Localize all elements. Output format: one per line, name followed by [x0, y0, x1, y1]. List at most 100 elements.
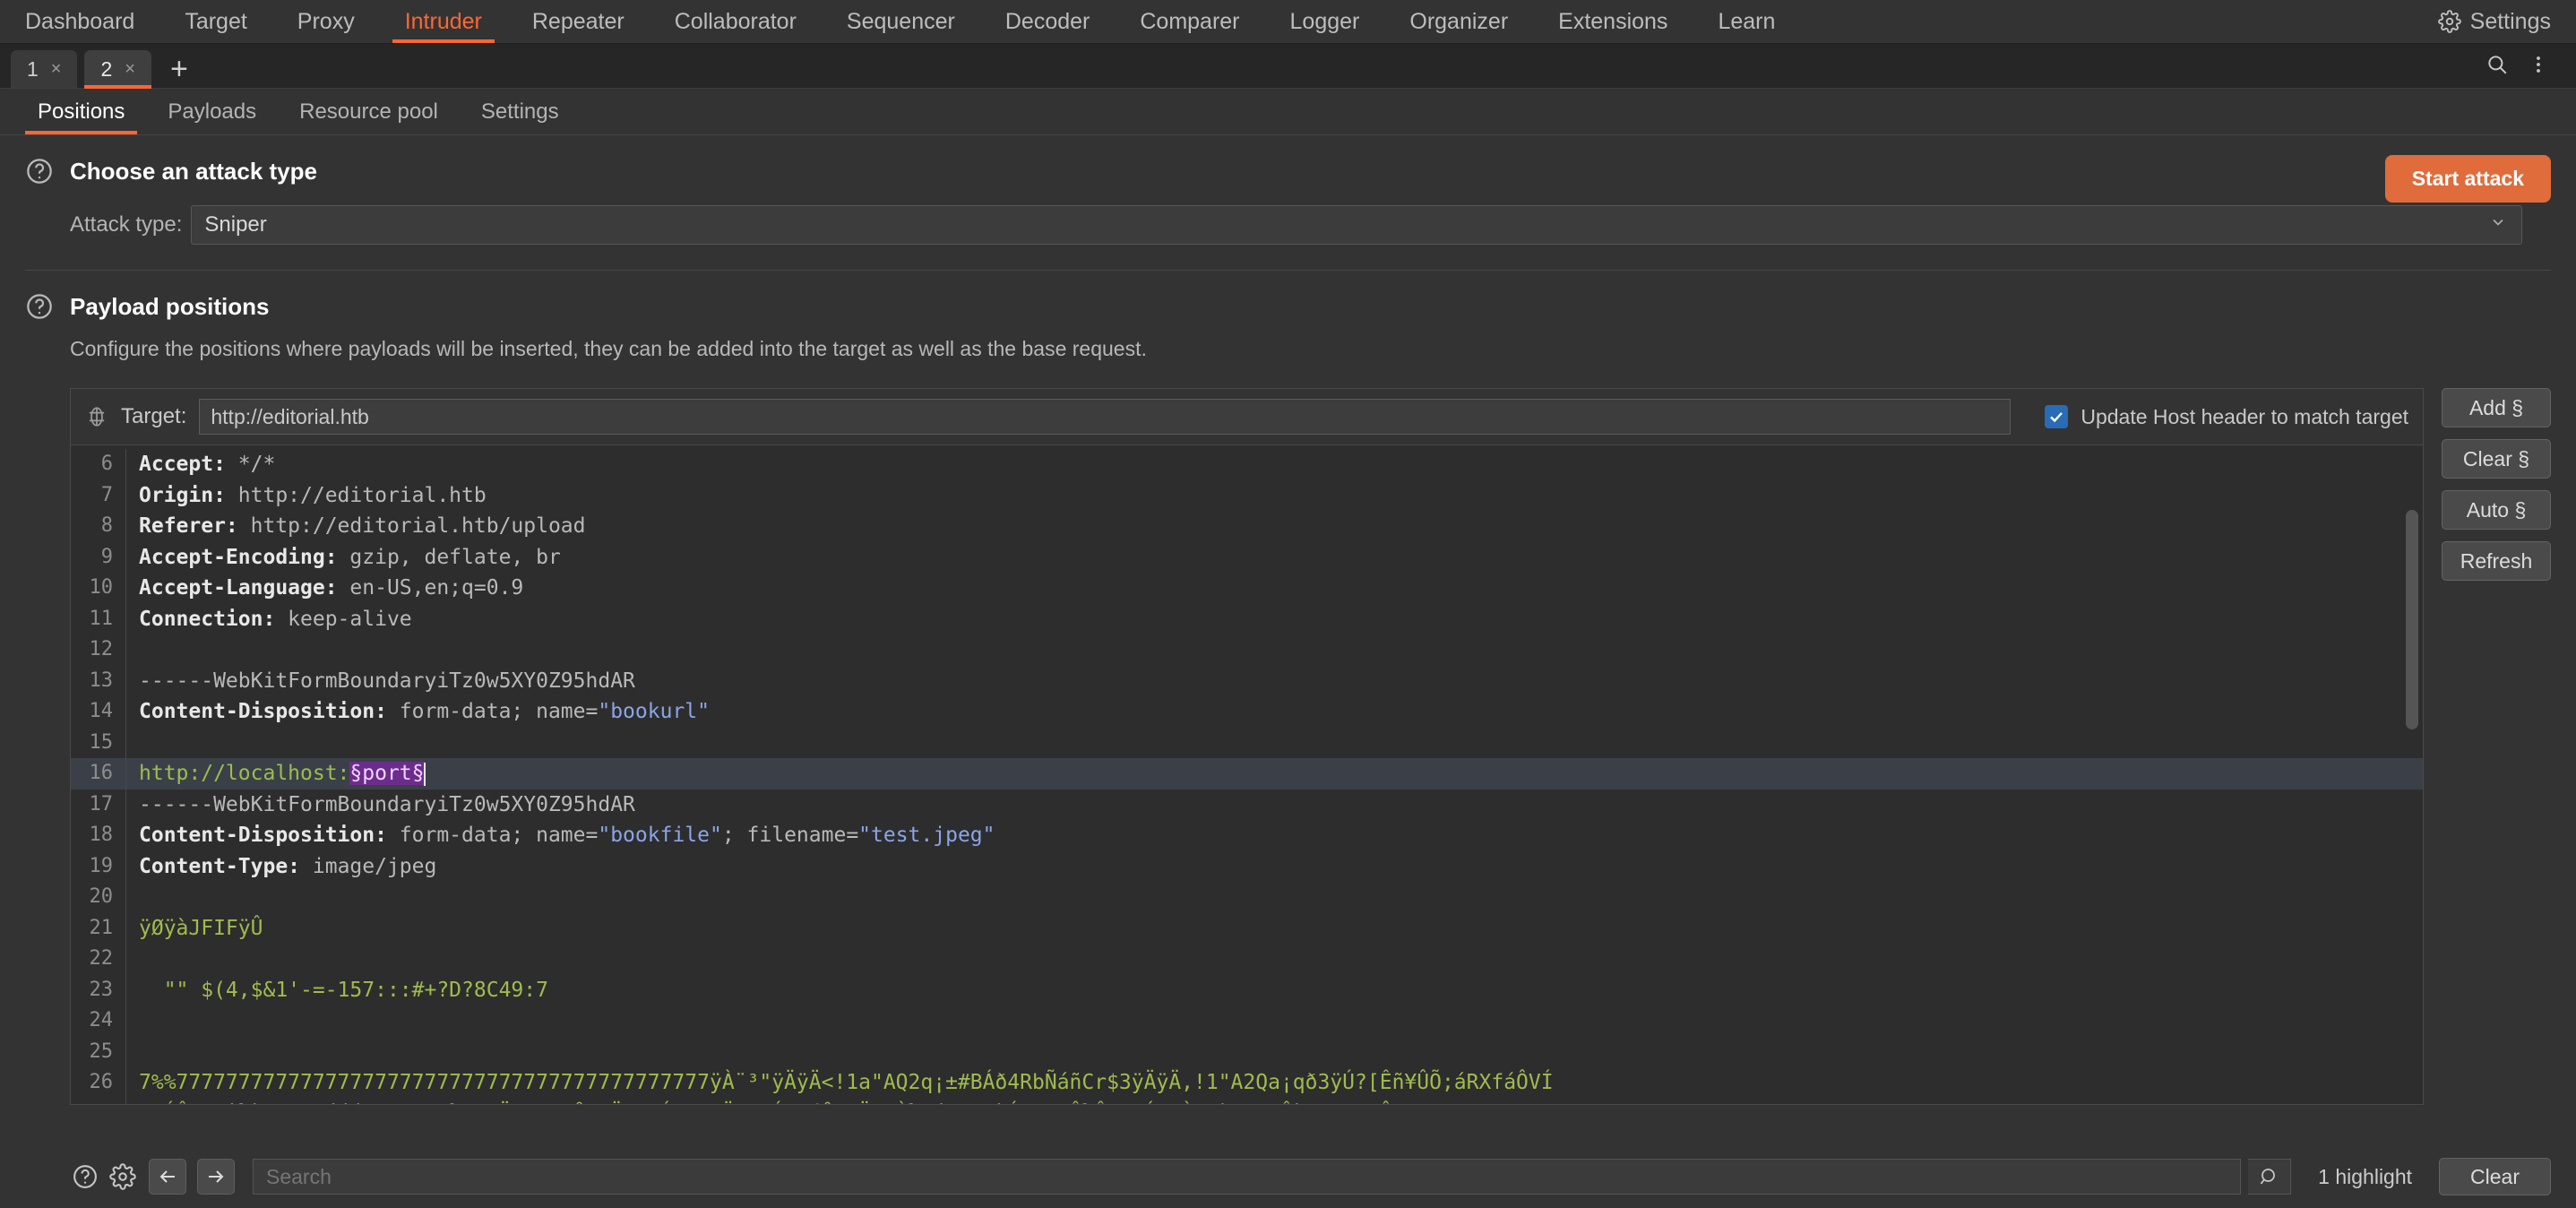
update-host-header-label: Update Host header to match target [2081, 404, 2408, 428]
forward-arrow-icon[interactable] [197, 1159, 235, 1195]
request-line[interactable]: 8 Referer: http://editorial.htb/upload [71, 511, 2423, 542]
target-label: Target: [121, 404, 187, 428]
request-editor-area: Target: Update Host header to match targ… [70, 388, 2576, 1105]
attack-tab-2[interactable]: 2 × [84, 50, 152, 89]
target-row: Target: Update Host header to match targ… [71, 389, 2423, 444]
nav-tab-decoder[interactable]: Decoder [980, 0, 1116, 43]
attack-tab-1[interactable]: 1 × [11, 50, 78, 88]
back-arrow-icon[interactable] [149, 1159, 186, 1195]
nav-tab-proxy[interactable]: Proxy [272, 0, 380, 43]
request-line[interactable]: 7 Origin: http://editorial.htb [71, 479, 2423, 511]
request-line[interactable]: 6 Accept: */* [71, 449, 2423, 480]
nav-tab-dashboard[interactable]: Dashboard [0, 0, 159, 43]
settings-button[interactable]: Settings [2413, 0, 2576, 43]
add-attack-tab-button[interactable]: + [159, 50, 200, 88]
request-line[interactable]: 10 Accept-Language: en-US,en;q=0.9 [71, 573, 2423, 604]
intruder-positions-panel: Choose an attack type Start attack Attac… [0, 135, 2576, 1208]
nav-tab-organizer[interactable]: Organizer [1384, 0, 1533, 43]
request-line[interactable]: 13 ------WebKitFormBoundaryiTz0w5XY0Z95hd… [71, 665, 2423, 696]
highlight-count-label: 1 highlight [2318, 1164, 2413, 1188]
target-input[interactable] [199, 399, 2012, 435]
tabstrip-actions [2479, 47, 2576, 88]
http-request-code-editor[interactable]: 6 Accept: */* 7 Origin: http://editorial.ht… [71, 444, 2423, 1104]
code-segment: Accept: [139, 453, 238, 476]
request-line[interactable]: 19 Content-Type: image/jpeg [71, 850, 2423, 883]
start-attack-button[interactable]: Start attack [2384, 155, 2551, 203]
payload-positions-section-header: Payload positions [0, 271, 2576, 321]
request-line-text: http://localhost:§port§ [126, 758, 2423, 790]
subtab-positions[interactable]: Positions [16, 89, 146, 134]
request-line[interactable]: 11 Connection: keep-alive [71, 603, 2423, 634]
request-line[interactable]: 21 ÿØÿàJFIFÿÛ [71, 912, 2423, 944]
request-line-text: Content-Type: image/jpeg [126, 851, 2423, 883]
request-line[interactable]: 27 TºÁÊ¶W¯ê½òz[A)0´áú%d£¬*£²½ð©8ÖvDsα å©^… [71, 1098, 2423, 1105]
request-line[interactable]: 18 Content-Disposition: form-data; name="… [71, 820, 2423, 851]
subtab-resource-pool[interactable]: Resource pool [278, 89, 460, 134]
button-add[interactable]: Add § [2442, 388, 2551, 427]
help-icon[interactable] [70, 1161, 100, 1192]
nav-tab-repeater[interactable]: Repeater [507, 0, 650, 43]
help-icon[interactable] [25, 292, 54, 321]
search-icon[interactable] [2479, 47, 2515, 82]
request-line[interactable]: 20 [71, 882, 2423, 913]
update-host-header-checkbox-row[interactable]: Update Host header to match target [2023, 405, 2408, 429]
overflow-menu-icon[interactable] [2520, 47, 2556, 82]
code-segment: en-US,en;q=0.9 [349, 576, 524, 600]
request-line[interactable]: 24 [71, 1005, 2423, 1037]
request-line[interactable]: 12 [71, 634, 2423, 666]
code-segment: */* [237, 453, 276, 476]
line-number: 21 [71, 912, 126, 944]
button-auto[interactable]: Auto § [2442, 490, 2551, 530]
line-number: 10 [71, 573, 126, 604]
request-line[interactable]: 17 ------WebKitFormBoundaryiTz0w5XY0Z95hd… [71, 789, 2423, 820]
line-number: 25 [71, 1036, 126, 1067]
line-number: 7 [71, 479, 126, 511]
editor-bottom-toolbar: 1 highlight Clear [70, 1156, 2551, 1197]
code-segment: TºÁÊ¶W¯ê½òz[A)0´áú%d£¬*£²½ð©8ÖvDsα å©^ÖS… [139, 1102, 1442, 1105]
nav-tab-sequencer[interactable]: Sequencer [822, 0, 980, 43]
chevron-down-icon [2489, 213, 2507, 237]
nav-tab-intruder[interactable]: Intruder [380, 0, 507, 43]
attack-type-select[interactable]: Sniper [191, 205, 2522, 245]
editor-vertical-scrollbar[interactable] [2406, 510, 2418, 729]
button-refresh[interactable]: Refresh [2442, 541, 2551, 581]
code-segment: 7%%7777777777777777777777777777777777777… [139, 1071, 1554, 1094]
line-number: 19 [71, 850, 126, 882]
help-icon[interactable] [25, 157, 54, 186]
line-number: 20 [71, 882, 126, 913]
code-segment: Referer: [139, 514, 251, 538]
nav-tab-comparer[interactable]: Comparer [1115, 0, 1264, 43]
request-line[interactable]: 22 [71, 944, 2423, 975]
close-icon[interactable]: × [51, 59, 62, 80]
request-line[interactable]: 15 [71, 727, 2423, 758]
request-line-text: Accept: */* [126, 449, 2423, 480]
nav-tab-extensions[interactable]: Extensions [1533, 0, 1693, 43]
nav-tab-learn[interactable]: Learn [1693, 0, 1800, 43]
request-line[interactable]: 23 "" $(4,$&1'-=-157:::#+?D?8C49:7 [71, 974, 2423, 1005]
request-line[interactable]: 16 http://localhost:§port§ [71, 758, 2423, 790]
update-host-header-checkbox[interactable] [2045, 405, 2069, 428]
gear-icon[interactable] [108, 1161, 138, 1192]
line-number: 11 [71, 603, 126, 634]
search-submit-icon[interactable] [2248, 1159, 2292, 1195]
payload-marker-button-column: Add § Clear § Auto § Refresh [2442, 388, 2576, 1105]
code-segment: Origin: [139, 483, 238, 507]
subtab-payloads[interactable]: Payloads [146, 89, 278, 134]
request-line[interactable]: 25 [71, 1036, 2423, 1067]
request-line[interactable]: 9 Accept-Encoding: gzip, deflate, br [71, 541, 2423, 573]
close-icon[interactable]: × [125, 59, 135, 80]
request-line[interactable]: 14 Content-Disposition: form-data; name="… [71, 696, 2423, 728]
search-input[interactable] [253, 1159, 2242, 1195]
code-segment: "bookurl" [598, 700, 710, 723]
nav-tab-logger[interactable]: Logger [1265, 0, 1385, 43]
code-segment: Accept-Encoding: [139, 545, 350, 569]
clear-search-button[interactable]: Clear [2439, 1158, 2551, 1195]
attack-type-row: Attack type: Sniper [0, 186, 2576, 245]
nav-tab-target[interactable]: Target [159, 0, 271, 43]
line-number: 26 [71, 1067, 126, 1099]
nav-tab-collaborator[interactable]: Collaborator [650, 0, 822, 43]
button-clear[interactable]: Clear § [2442, 439, 2551, 479]
subtab-settings[interactable]: Settings [460, 89, 581, 134]
request-line[interactable]: 26 7%%77777777777777777777777777777777777… [71, 1067, 2423, 1099]
